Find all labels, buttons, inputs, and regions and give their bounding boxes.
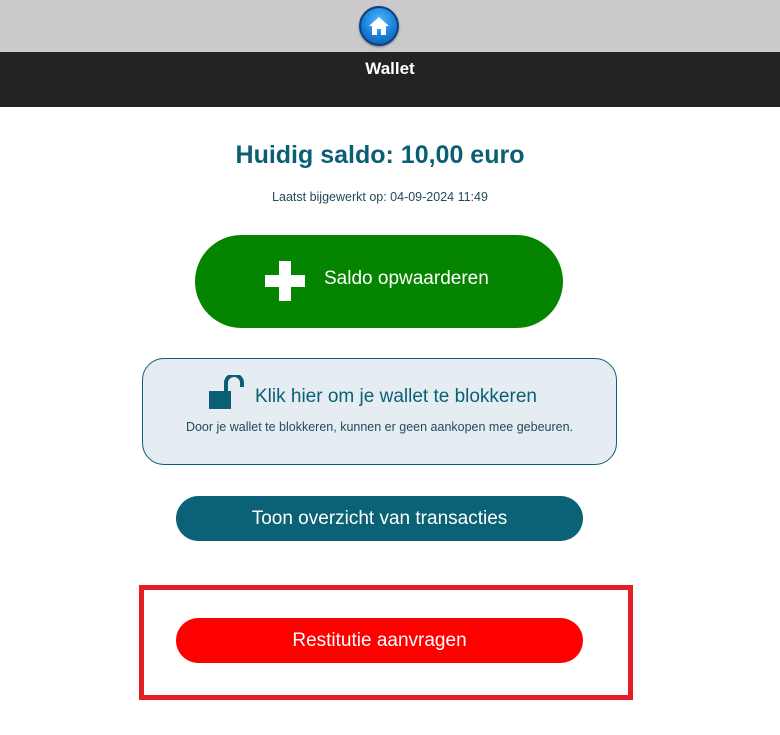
unlocked-padlock-icon: [209, 375, 244, 409]
top-bar: [0, 0, 780, 52]
block-wallet-label: Klik hier om je wallet te blokkeren: [255, 386, 537, 407]
plus-icon: [265, 261, 305, 301]
topup-balance-button[interactable]: Saldo opwaarderen: [195, 235, 563, 328]
request-refund-button[interactable]: Restitutie aanvragen: [176, 618, 583, 663]
block-wallet-button[interactable]: Klik hier om je wallet te blokkeren Door…: [142, 358, 617, 465]
show-transactions-button[interactable]: Toon overzicht van transacties: [176, 496, 583, 541]
home-icon: [369, 17, 389, 35]
title-bar: Wallet: [0, 52, 780, 107]
page-title: Wallet: [365, 59, 415, 78]
home-button[interactable]: [359, 6, 399, 46]
current-balance: Huidig saldo: 10,00 euro: [235, 141, 525, 169]
topup-balance-label: Saldo opwaarderen: [324, 268, 489, 289]
last-updated: Laatst bijgewerkt op: 04-09-2024 11:49: [272, 190, 488, 204]
block-wallet-description: Door je wallet te blokkeren, kunnen er g…: [185, 420, 574, 434]
